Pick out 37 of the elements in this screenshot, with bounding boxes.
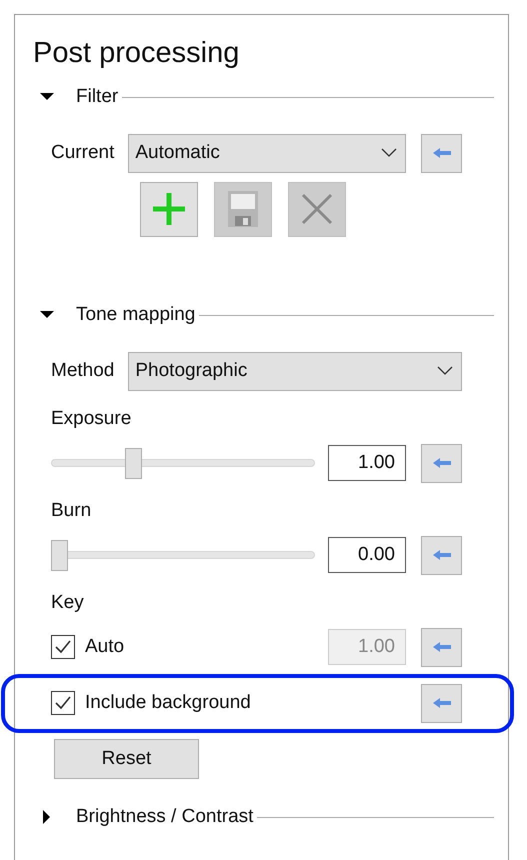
arrow-left-icon	[432, 549, 452, 561]
checkbox-label: Include background	[85, 692, 251, 714]
dropdown[interactable]: Photographic	[128, 352, 462, 390]
reset-value-button[interactable]	[421, 684, 462, 722]
section-title[interactable]: Tone mapping	[76, 304, 196, 326]
field-label: Method	[51, 360, 114, 382]
reset-button[interactable]: Reset	[54, 739, 199, 779]
arrow-left-icon	[432, 641, 452, 653]
checkbox[interactable]	[51, 691, 75, 715]
close-icon	[301, 193, 333, 225]
section-title[interactable]: Filter	[76, 86, 118, 108]
panel-title: Post processing	[33, 36, 240, 71]
slider[interactable]	[51, 448, 315, 478]
chevron-down-icon	[381, 148, 397, 158]
number-field[interactable]: 1.00	[328, 445, 406, 481]
dropdown[interactable]: Automatic	[128, 134, 406, 172]
slider-thumb[interactable]	[51, 540, 68, 570]
arrow-left-icon	[432, 457, 452, 469]
reset-value-button[interactable]	[421, 134, 462, 172]
add-button[interactable]	[140, 182, 198, 236]
field-label: Key	[51, 592, 84, 614]
section-title[interactable]: Brightness / Contrast	[76, 806, 254, 828]
field-label: Burn	[51, 500, 92, 522]
reset-value-button[interactable]	[421, 536, 462, 574]
field-label: Exposure	[51, 408, 132, 430]
reset-value-button[interactable]	[421, 444, 462, 482]
chevron-down-icon	[437, 366, 453, 376]
arrow-left-icon	[432, 697, 452, 709]
field-label: Current	[51, 142, 114, 164]
slider[interactable]	[51, 540, 315, 570]
checkmark-icon	[55, 696, 71, 710]
number-field[interactable]: 0.00	[328, 537, 406, 573]
slider-thumb[interactable]	[125, 448, 142, 478]
checkbox-label: Auto	[85, 636, 124, 658]
checkmark-icon	[55, 640, 71, 654]
arrow-left-icon	[432, 147, 452, 159]
plus-icon	[151, 191, 187, 227]
